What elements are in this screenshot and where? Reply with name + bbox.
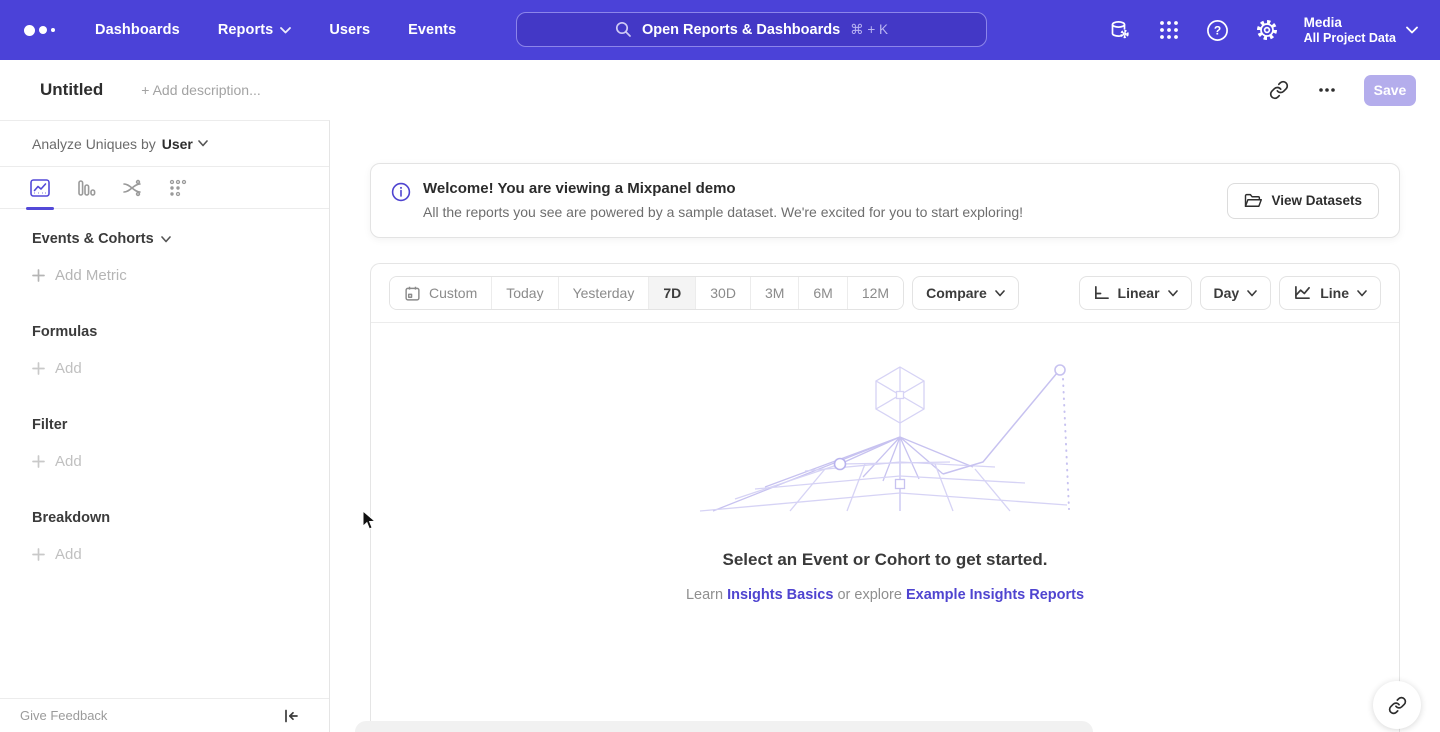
scale-dropdown[interactable]: Linear [1079, 276, 1192, 310]
chevron-down-icon [1357, 290, 1367, 297]
visualization-tabs [0, 167, 329, 209]
chevron-down-icon [280, 27, 291, 34]
empty-state: Select an Event or Cohort to get started… [371, 359, 1399, 603]
more-options-icon[interactable] [1316, 79, 1338, 101]
range-30d[interactable]: 30D [695, 277, 750, 309]
report-title[interactable]: Untitled [40, 80, 103, 100]
range-12m[interactable]: 12M [847, 277, 903, 309]
plus-icon [32, 548, 45, 561]
share-link-fab[interactable] [1373, 681, 1421, 729]
chart-type-dropdown[interactable]: Line [1279, 276, 1381, 310]
line-chart-icon [1293, 285, 1312, 301]
range-today[interactable]: Today [491, 277, 557, 309]
flow-tab-icon [121, 177, 143, 199]
analyze-label: Analyze Uniques by [32, 136, 156, 152]
analyze-unit-dropdown[interactable]: User [162, 136, 208, 152]
add-formula-button[interactable]: Add [32, 360, 297, 377]
line-chart-tab-icon [29, 177, 51, 199]
folder-icon [1244, 193, 1262, 209]
empty-state-title: Select an Event or Cohort to get started… [371, 550, 1399, 570]
add-breakdown-button[interactable]: Add [32, 546, 297, 563]
range-yesterday[interactable]: Yesterday [558, 277, 649, 309]
tab-line-chart[interactable] [24, 167, 56, 209]
range-custom[interactable]: Custom [390, 277, 491, 309]
search-shortcut: ⌘ + K [850, 22, 888, 38]
bar-chart-tab-icon [75, 177, 97, 199]
data-management-icon[interactable] [1108, 18, 1132, 42]
copy-link-icon[interactable] [1268, 79, 1290, 101]
banner-subtitle: All the reports you see are powered by a… [423, 204, 1023, 220]
compare-dropdown[interactable]: Compare [912, 276, 1019, 310]
chevron-down-icon [161, 236, 171, 243]
plus-icon [32, 455, 45, 468]
search-label: Open Reports & Dashboards [642, 22, 840, 38]
svg-text:?: ? [1214, 23, 1221, 37]
plus-icon [32, 269, 45, 282]
date-range-selector: Custom Today Yesterday 7D 30D 3M 6M 12M [389, 276, 904, 310]
empty-state-illustration [695, 359, 1075, 514]
banner-title: Welcome! You are viewing a Mixpanel demo [423, 180, 1023, 197]
sidebar-footer: Give Feedback [0, 698, 329, 732]
axis-scale-icon [1093, 285, 1110, 301]
chart-toolbar: Custom Today Yesterday 7D 30D 3M 6M 12M … [371, 264, 1399, 323]
formulas-section: Formulas [32, 324, 297, 340]
results-panel-peek [355, 721, 1093, 732]
project-switcher[interactable]: Media All Project Data [1304, 14, 1418, 46]
metrics-grid-tab-icon [167, 177, 189, 199]
chevron-down-icon [1168, 290, 1178, 297]
report-description-placeholder[interactable]: + Add description... [141, 82, 260, 98]
mixpanel-logo[interactable] [24, 25, 55, 36]
chevron-down-icon [1247, 290, 1257, 297]
nav-item-users[interactable]: Users [329, 22, 370, 38]
project-scope: All Project Data [1304, 31, 1396, 46]
main-content: Welcome! You are viewing a Mixpanel demo… [330, 120, 1440, 732]
chevron-down-icon [198, 140, 208, 147]
filter-section: Filter [32, 417, 297, 433]
nav-item-events[interactable]: Events [408, 22, 456, 38]
settings-gear-icon[interactable] [1255, 18, 1279, 42]
report-card: Custom Today Yesterday 7D 30D 3M 6M 12M … [370, 263, 1400, 732]
range-7d[interactable]: 7D [648, 277, 695, 309]
global-search[interactable]: Open Reports & Dashboards ⌘ + K [516, 12, 987, 47]
plus-icon [32, 362, 45, 375]
example-insights-reports-link[interactable]: Example Insights Reports [906, 587, 1084, 603]
view-datasets-button[interactable]: View Datasets [1227, 183, 1379, 219]
save-button[interactable]: Save [1364, 75, 1416, 106]
apps-grid-icon[interactable] [1157, 18, 1181, 42]
give-feedback-link[interactable]: Give Feedback [20, 708, 107, 723]
project-name: Media [1304, 14, 1396, 31]
range-6m[interactable]: 6M [798, 277, 846, 309]
query-sidebar: Analyze Uniques by User [0, 120, 330, 732]
top-nav: Dashboards Reports Users Events Open Rep… [0, 0, 1440, 60]
help-icon[interactable]: ? [1206, 18, 1230, 42]
tab-flow[interactable] [116, 167, 148, 209]
breakdown-section: Breakdown [32, 510, 297, 526]
chevron-down-icon [1406, 26, 1418, 34]
interval-dropdown[interactable]: Day [1200, 276, 1272, 310]
range-3m[interactable]: 3M [750, 277, 798, 309]
search-icon [615, 21, 632, 38]
add-metric-button[interactable]: Add Metric [32, 267, 297, 284]
chevron-down-icon [995, 290, 1005, 297]
link-icon [1388, 696, 1407, 715]
welcome-banner: Welcome! You are viewing a Mixpanel demo… [370, 163, 1400, 238]
insights-basics-link[interactable]: Insights Basics [727, 587, 833, 603]
nav-item-reports[interactable]: Reports [218, 22, 292, 38]
collapse-sidebar-icon[interactable] [283, 709, 299, 723]
analyze-row: Analyze Uniques by User [0, 121, 329, 167]
add-filter-button[interactable]: Add [32, 453, 297, 470]
tab-metrics-grid[interactable] [162, 167, 194, 209]
events-cohorts-section[interactable]: Events & Cohorts [32, 231, 297, 247]
nav-item-dashboards[interactable]: Dashboards [95, 22, 180, 38]
report-header: Untitled + Add description... Save [0, 60, 1440, 120]
info-icon [391, 182, 411, 207]
calendar-icon [404, 285, 421, 302]
tab-bar-chart[interactable] [70, 167, 102, 209]
empty-state-subtitle: Learn Insights Basics or explore Example… [371, 587, 1399, 603]
